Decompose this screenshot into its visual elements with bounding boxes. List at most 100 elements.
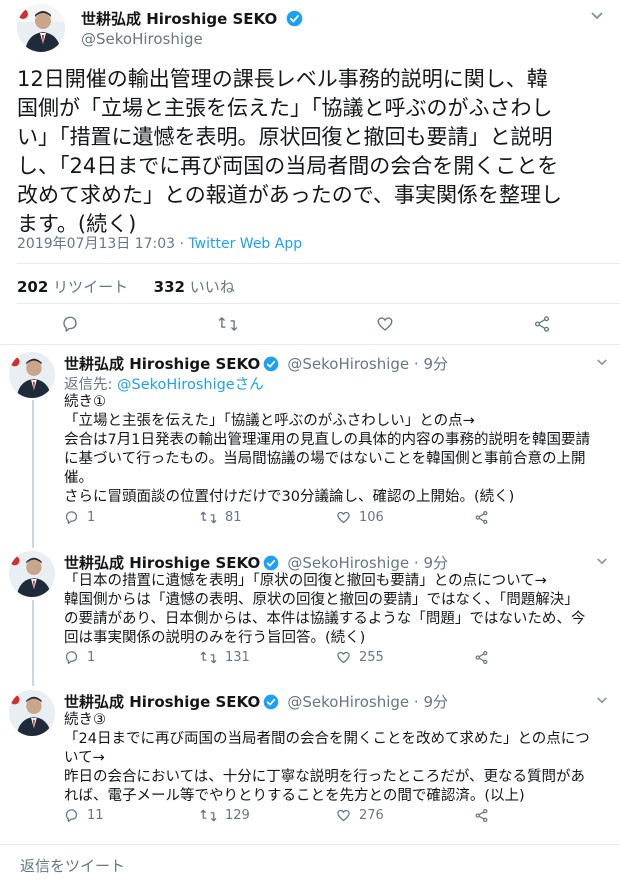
tweet-text-line: 韓国側からは「遺憾の表明、原状の回復と撤回の要請」ではなく、「問題解決」 (64, 592, 579, 608)
display-name[interactable]: 世耕弘成 Hiroshige SEKO (64, 355, 260, 373)
verified-badge-icon (286, 10, 303, 31)
thread-connector (32, 400, 34, 548)
relative-time[interactable]: · 9分 (409, 355, 448, 373)
retweet-button[interactable]: 131 (200, 650, 250, 665)
handle[interactable]: @SekoHiroshige (81, 30, 203, 48)
reply-to-mention[interactable]: @SekoHiroshigeさん (117, 377, 264, 393)
verified-badge-icon (263, 356, 279, 376)
share-icon[interactable] (533, 315, 551, 333)
timestamp[interactable]: 2019年07月13日 17:03 (17, 236, 175, 252)
tweet-text-line: れば、電子メール等でやりとりすることを先方との間で確認済。(以上) (64, 788, 525, 804)
avatar[interactable] (9, 551, 55, 597)
tweet-meta: 2019年07月13日 17:03 · Twitter Web App (17, 233, 302, 253)
retweet-button[interactable]: 81 (200, 510, 242, 525)
like-button[interactable]: 276 (336, 808, 384, 823)
tweet-text-line: に基づいて行ったもの。当局間協議の場ではないことを韓国側と事前合意の上開 (64, 451, 586, 467)
tweet-text-line: い」「措置に遺憾を表明。原状回復と撤回も要請」と説明 (17, 125, 553, 149)
retweet-label: リツイート (48, 278, 129, 296)
avatar[interactable] (17, 4, 65, 52)
divider (17, 263, 620, 264)
divider (0, 344, 620, 345)
chevron-down-icon[interactable] (596, 694, 608, 709)
tweet-text-line: 続き③ (64, 712, 106, 728)
display-name[interactable]: 世耕弘成 Hiroshige SEKO (64, 693, 260, 711)
reply-button[interactable]: 1 (64, 510, 95, 525)
thread-connector (32, 600, 34, 686)
retweet-count: 131 (225, 649, 250, 665)
chevron-down-icon[interactable] (590, 10, 604, 25)
tweet-text-line: 「日本の措置に遺憾を表明」「原状の回復と撤回も要請」との点について→ (64, 573, 547, 589)
retweet-icon (200, 651, 217, 663)
tweet-text-line: 回は事実関係の説明のみを行う旨回答。(続く) (64, 630, 366, 646)
handle[interactable]: @SekoHiroshige (287, 554, 409, 572)
share-button[interactable] (474, 650, 489, 665)
reply-icon (65, 650, 78, 664)
avatar[interactable] (9, 352, 55, 398)
reply-count: 11 (87, 807, 104, 823)
tweet-text-line: 会合は7月1日発表の輸出管理運用の見直しの具体的内容の事務的説明を韓国要請 (64, 432, 590, 448)
tweet-text-line: 「立場と主張を伝えた」「協議と呼ぶのがふさわしい」との点→ (64, 413, 475, 429)
relative-time[interactable]: · 9分 (409, 554, 448, 572)
reply-button[interactable]: 11 (64, 808, 104, 823)
divider (17, 303, 620, 304)
relative-time[interactable]: · 9分 (409, 693, 448, 711)
tweet-text: 続き① 「立場と主張を伝えた」「協議と呼ぶのがふさわしい」との点→ 会合は7月1… (64, 393, 614, 507)
tweet-text-line: 国側が「立場と主張を伝えた」「協議と呼ぶのがふさわし (17, 96, 553, 120)
retweet-count-link[interactable]: 202 リツイート (17, 278, 128, 296)
like-count: 332 (153, 278, 185, 296)
tweet-text: 12日開催の輸出管理の課長レベル事務的説明に関し、韓 国側が「立場と主張を伝えた… (17, 65, 607, 239)
tweet-text-line: 「24日までに再び両国の当局者間の会合を開くことを改めて求めた」との点につ (64, 731, 590, 747)
like-count: 106 (359, 509, 384, 525)
retweet-button[interactable]: 129 (200, 808, 250, 823)
tweet-text-line: 昨日の会合においては、十分に丁寧な説明を行ったところだが、更なる質問があ (64, 769, 585, 785)
retweet-icon (200, 511, 217, 523)
heart-icon (337, 511, 350, 523)
chevron-down-icon[interactable] (596, 356, 608, 371)
display-name[interactable]: 世耕弘成 Hiroshige SEKO (81, 8, 303, 31)
reply-to: 返信先: @SekoHiroshigeさん (64, 373, 264, 394)
like-button[interactable]: 255 (336, 650, 384, 665)
reply-button[interactable]: 1 (64, 650, 95, 665)
tweet-text: 続き③ 「24日までに再び両国の当局者間の会合を開くことを改めて求めた」との点に… (64, 711, 614, 806)
handle[interactable]: @SekoHiroshige (287, 693, 409, 711)
divider (0, 844, 620, 845)
reply-icon[interactable] (61, 315, 79, 333)
tweet-text-line: 12日開催の輸出管理の課長レベル事務的説明に関し、韓 (17, 67, 548, 91)
display-name[interactable]: 世耕弘成 Hiroshige SEKO (64, 554, 260, 572)
reply-input[interactable]: 返信をツイート (20, 855, 600, 876)
reply-count: 1 (87, 649, 96, 665)
heart-icon (337, 651, 350, 663)
tweet-text-line: 改めて求めた」との報道があったので、事実関係を整理し (17, 183, 562, 207)
tweet-text-line: さらに冒頭面談の位置付けだけで30分議論し、確認の上開始。(続く) (64, 489, 515, 505)
tweet-text-line: し、「24日までに再び両国の当局者間の会合を開くことを (17, 154, 559, 178)
like-count-link[interactable]: 332 いいね (154, 278, 235, 296)
reply-icon (65, 510, 78, 524)
handle[interactable]: @SekoHiroshige (287, 355, 409, 373)
share-icon (475, 650, 488, 664)
reply-to-label: 返信先: (64, 377, 117, 393)
avatar[interactable] (9, 690, 55, 736)
display-name-text: 世耕弘成 Hiroshige SEKO (81, 10, 278, 28)
reply-icon (65, 808, 78, 822)
retweet-count: 81 (225, 509, 242, 525)
share-button[interactable] (474, 808, 489, 823)
tweet-text-line: いて→ (64, 750, 105, 766)
tweet-text-line: の要請があり、日本側からは、本件は協議するような「問題」ではないため、今 (64, 611, 586, 627)
retweet-icon[interactable] (218, 315, 238, 333)
retweet-count: 129 (225, 807, 250, 823)
share-button[interactable] (474, 510, 489, 525)
main-action-bar (0, 312, 620, 336)
heart-icon (337, 809, 350, 821)
tweet-text-line: 続き① (64, 394, 106, 410)
retweet-count: 202 (17, 278, 49, 296)
like-count: 276 (359, 807, 384, 823)
tweet-text-line: 催。 (64, 470, 93, 486)
share-icon (475, 808, 488, 822)
like-count: 255 (359, 649, 384, 665)
engagement-counts: 202 リツイート 332 いいね (17, 276, 235, 297)
like-button[interactable]: 106 (336, 510, 384, 525)
heart-icon[interactable] (376, 315, 394, 333)
chevron-down-icon[interactable] (596, 555, 608, 570)
source-link[interactable]: Twitter Web App (188, 236, 302, 252)
reply-count: 1 (87, 509, 96, 525)
